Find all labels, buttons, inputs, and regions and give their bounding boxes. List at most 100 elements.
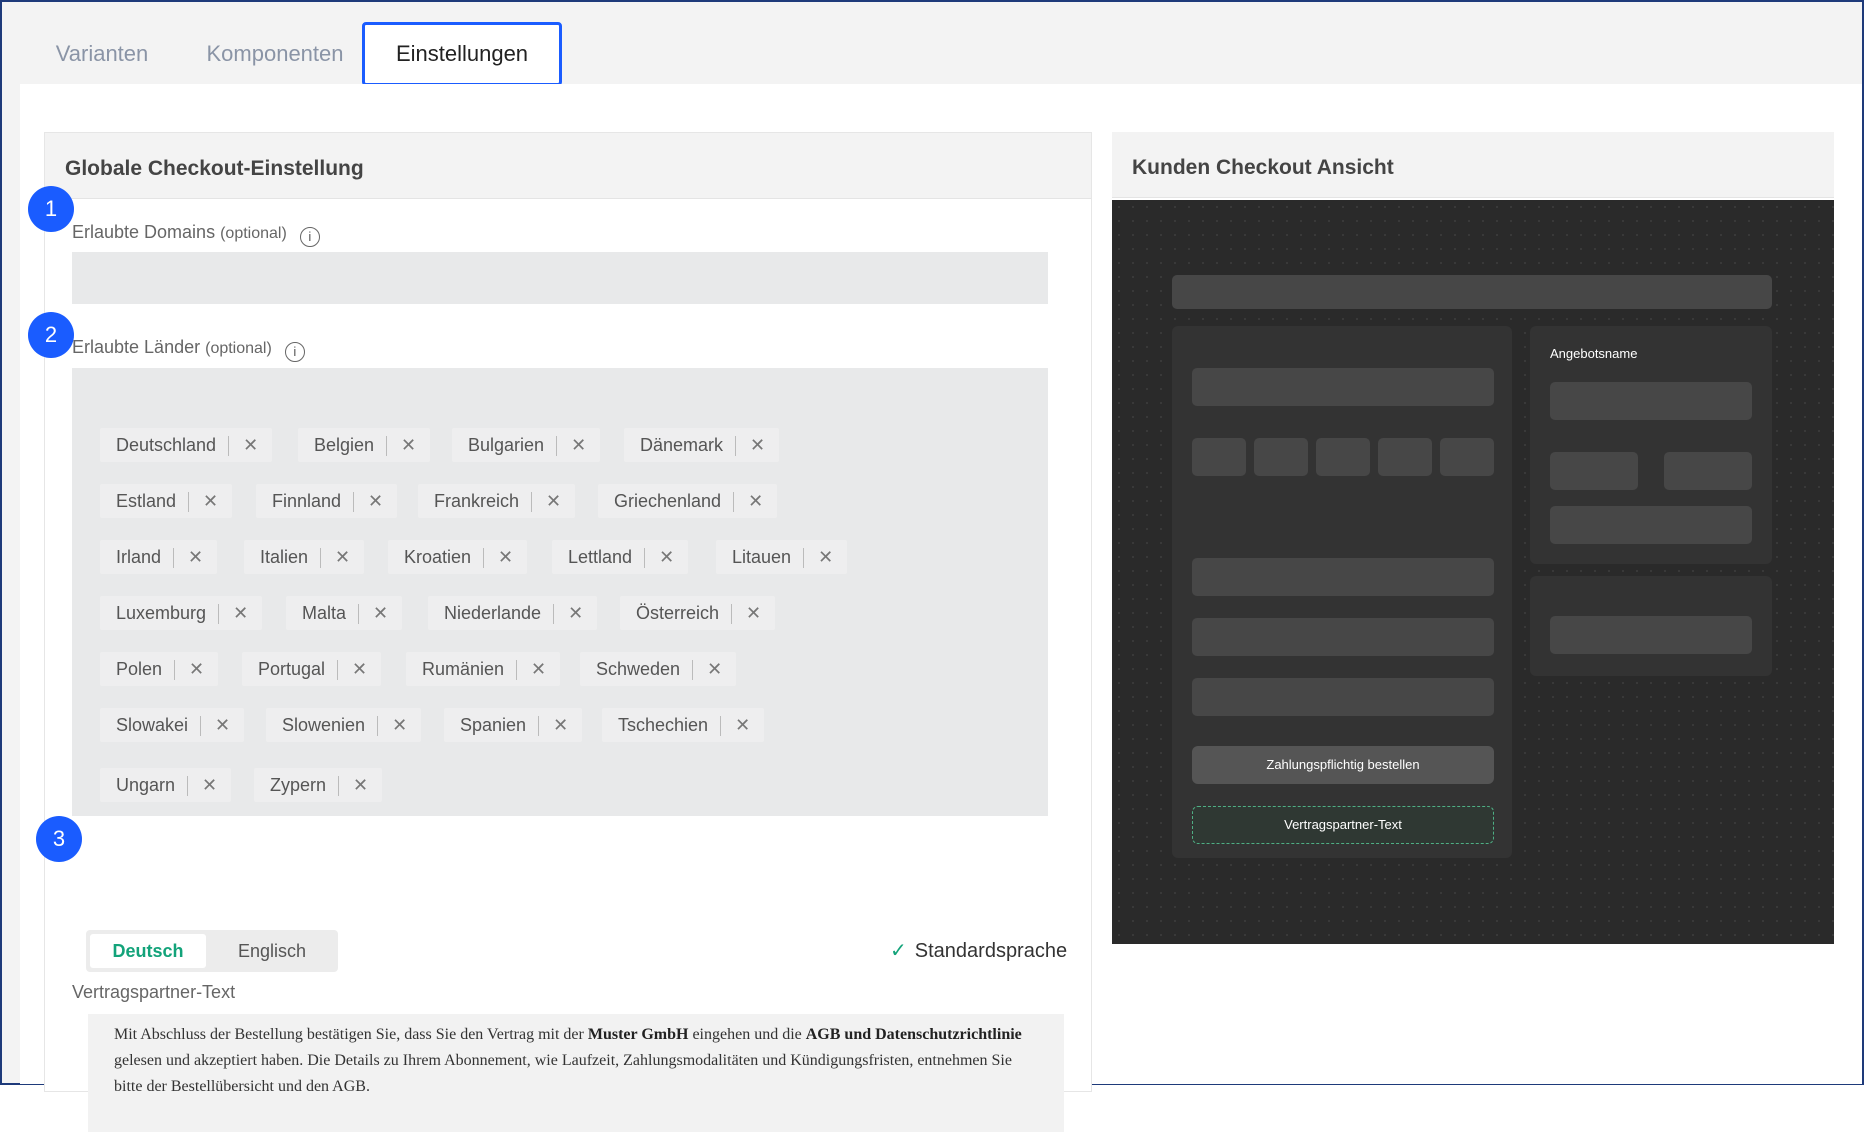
country-tag: Spanien ✕	[444, 708, 583, 742]
country-tag: Bulgarien ✕	[452, 428, 601, 462]
close-x-icon[interactable]: ✕	[746, 596, 761, 630]
language-deutsch[interactable]: Deutsch	[90, 934, 206, 968]
tab-komponenten[interactable]: Komponenten	[190, 22, 360, 86]
close-x-icon[interactable]: ✕	[233, 596, 248, 630]
country-tag: Niederlande ✕	[428, 596, 598, 630]
close-x-icon[interactable]: ✕	[202, 768, 217, 802]
preview-contract-partner-text: Vertragspartner-Text	[1192, 806, 1494, 844]
country-tag: Frankreich ✕	[418, 484, 576, 518]
contract-text-bold: Muster GmbH	[587, 1026, 689, 1043]
domains-optional: (optional)	[220, 225, 287, 242]
close-x-icon[interactable]: ✕	[335, 540, 350, 574]
close-x-icon[interactable]: ✕	[748, 484, 763, 518]
contract-text-part: gelesen und akzeptiert haben. Die Detail…	[114, 1052, 1012, 1095]
country-tag-label: Estland	[116, 491, 177, 511]
country-tag-label: Kroatien	[404, 547, 472, 567]
country-tag: Estland ✕	[100, 484, 233, 518]
country-tag: Finnland ✕	[256, 484, 398, 518]
tag-separator	[377, 716, 379, 737]
country-tag-label: Malta	[302, 603, 347, 623]
country-tag-label: Polen	[116, 659, 163, 679]
close-x-icon[interactable]: ✕	[750, 428, 765, 462]
info-icon[interactable]: i	[284, 342, 305, 362]
close-x-icon[interactable]: ✕	[188, 540, 203, 574]
close-x-icon[interactable]: ✕	[735, 708, 750, 742]
tag-separator	[553, 604, 555, 625]
close-x-icon[interactable]: ✕	[546, 484, 561, 518]
close-x-icon[interactable]: ✕	[392, 708, 407, 742]
tag-separator	[337, 660, 339, 681]
close-x-icon[interactable]: ✕	[215, 708, 230, 742]
close-x-icon[interactable]: ✕	[818, 540, 833, 574]
domains-input[interactable]	[72, 252, 1048, 304]
country-tag-label: Luxemburg	[116, 603, 207, 623]
default-language-indicator: ✓ Standardsprache	[890, 938, 1067, 963]
country-tag-label: Spanien	[460, 715, 527, 735]
language-englisch[interactable]: Englisch	[210, 934, 334, 968]
contract-text-editor[interactable]: Mit Abschluss der Bestellung bestätigen …	[88, 1014, 1064, 1132]
close-x-icon[interactable]: ✕	[353, 768, 368, 802]
tag-separator	[386, 436, 388, 457]
tag-separator	[720, 716, 722, 737]
close-x-icon[interactable]: ✕	[352, 652, 367, 686]
preview-offer-card: Angebotsname	[1530, 326, 1772, 564]
tag-separator	[174, 660, 176, 681]
close-x-icon[interactable]: ✕	[373, 596, 388, 630]
country-tag: Dänemark ✕	[624, 428, 780, 462]
preview-header-bar	[1172, 275, 1772, 309]
country-tag-label: Slowakei	[116, 715, 189, 735]
close-x-icon[interactable]: ✕	[659, 540, 674, 574]
tag-separator	[228, 436, 230, 457]
country-tag-label: Finnland	[272, 491, 342, 511]
tag-separator	[320, 548, 322, 569]
country-tag-label: Deutschland	[116, 435, 217, 455]
country-tag: Portugal ✕	[242, 652, 382, 686]
panel-title: Globale Checkout-Einstellung	[45, 133, 1091, 199]
tab-varianten[interactable]: Varianten	[42, 22, 162, 86]
close-x-icon[interactable]: ✕	[568, 596, 583, 630]
tab-einstellungen[interactable]: Einstellungen	[362, 22, 562, 86]
close-x-icon[interactable]: ✕	[531, 652, 546, 686]
close-x-icon[interactable]: ✕	[368, 484, 383, 518]
tag-separator	[358, 604, 360, 625]
preview-field	[1192, 558, 1494, 596]
preview-field	[1192, 618, 1494, 656]
info-icon[interactable]: i	[299, 227, 320, 247]
country-tag: Luxemburg ✕	[100, 596, 263, 630]
country-tag-label: Italien	[260, 547, 309, 567]
tag-separator	[218, 604, 220, 625]
close-x-icon[interactable]: ✕	[553, 708, 568, 742]
close-x-icon[interactable]: ✕	[498, 540, 513, 574]
close-x-icon[interactable]: ✕	[707, 652, 722, 686]
preview-offer-name: Angebotsname	[1550, 346, 1638, 361]
close-x-icon[interactable]: ✕	[401, 428, 416, 462]
close-x-icon[interactable]: ✕	[189, 652, 204, 686]
close-x-icon[interactable]: ✕	[571, 428, 586, 462]
preview-option	[1254, 438, 1308, 476]
checkout-preview: Zahlungspflichtig bestellen Vertragspart…	[1112, 200, 1834, 944]
step-badge-2: 2	[28, 312, 74, 358]
check-icon: ✓	[890, 940, 907, 962]
country-tag-label: Tschechien	[618, 715, 709, 735]
preview-option	[1378, 438, 1432, 476]
country-tag: Deutschland ✕	[100, 428, 273, 462]
preview-option	[1440, 438, 1494, 476]
country-tag-label: Ungarn	[116, 775, 176, 795]
country-tag: Litauen ✕	[716, 540, 848, 574]
tag-separator	[338, 776, 340, 797]
step-badge-3: 3	[36, 816, 82, 862]
tag-separator	[735, 436, 737, 457]
contract-text-part: eingehen und die	[688, 1026, 806, 1043]
contract-text-label: Vertragspartner-Text	[72, 982, 236, 1002]
country-tag: Lettland ✕	[552, 540, 689, 574]
country-tag-label: Litauen	[732, 547, 792, 567]
contract-text-bold: AGB und Datenschutzrichtlinie	[805, 1026, 1022, 1043]
country-tag: Irland ✕	[100, 540, 218, 574]
country-tag: Schweden ✕	[580, 652, 737, 686]
country-tag-label: Portugal	[258, 659, 326, 679]
tag-separator	[200, 716, 202, 737]
preview-field	[1550, 506, 1752, 544]
preview-field	[1550, 452, 1638, 490]
close-x-icon[interactable]: ✕	[203, 484, 218, 518]
close-x-icon[interactable]: ✕	[243, 428, 258, 462]
